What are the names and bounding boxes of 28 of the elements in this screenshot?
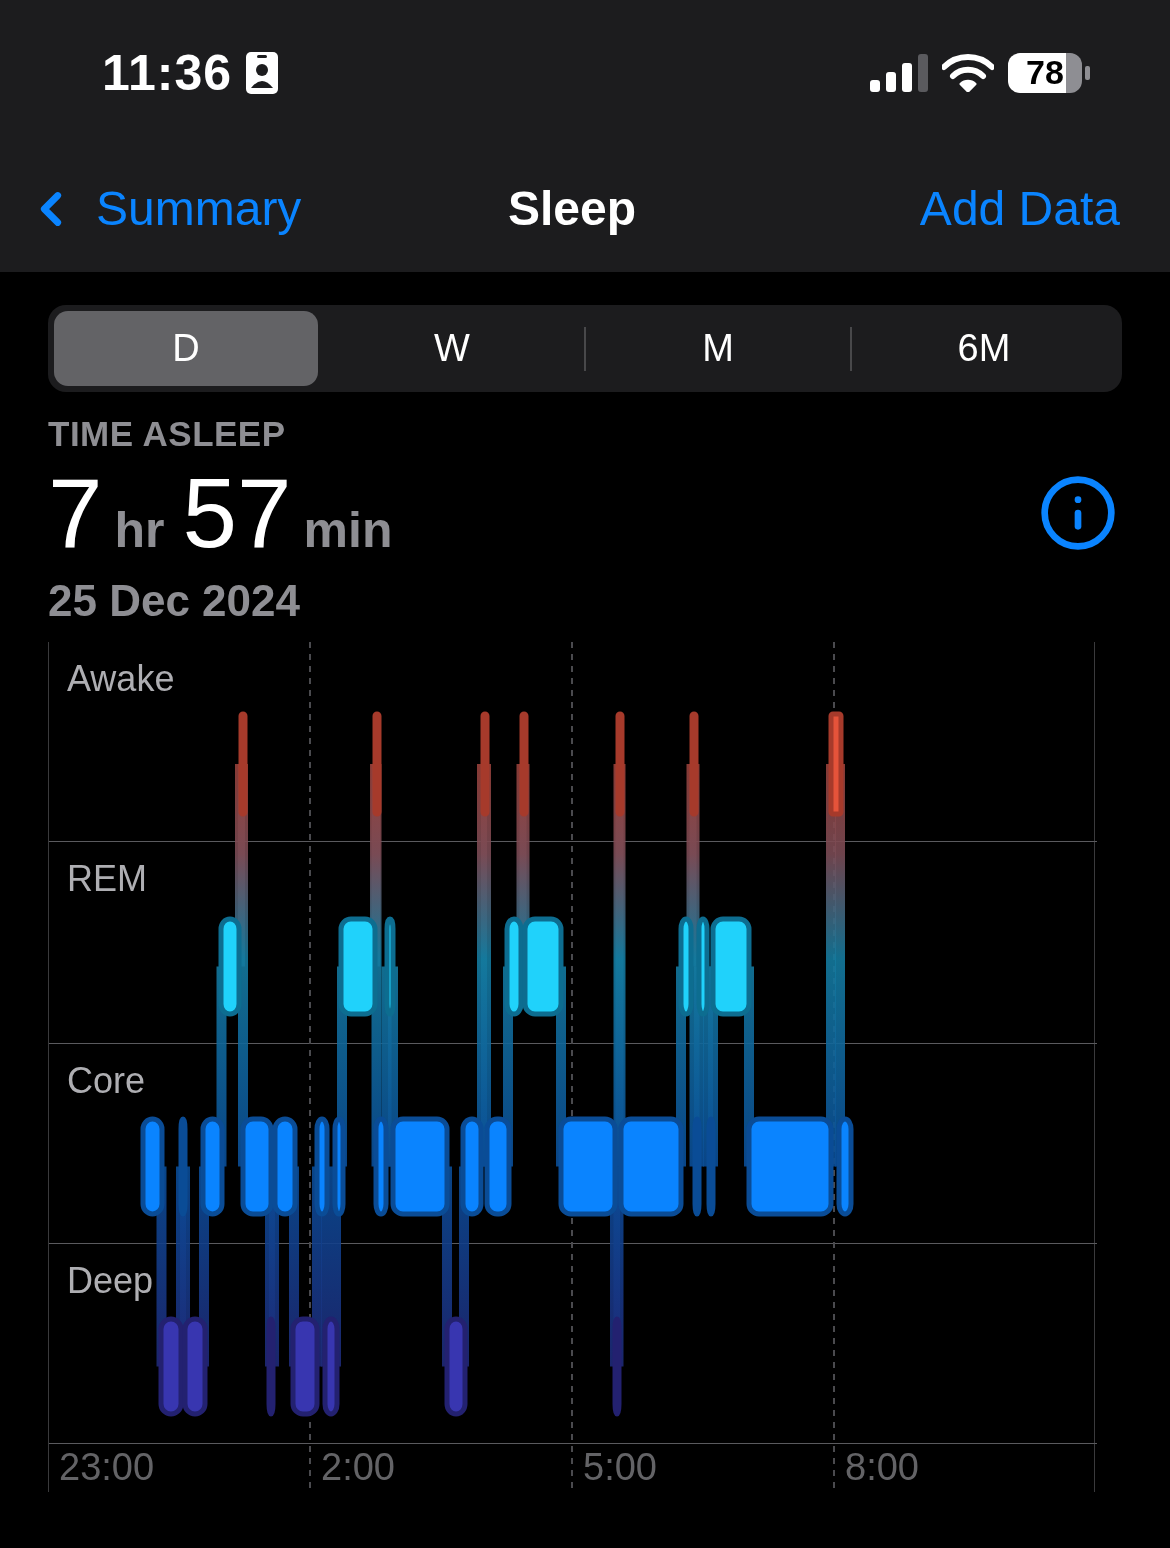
battery-tip-icon bbox=[1085, 65, 1090, 80]
range-tab[interactable]: 6M bbox=[852, 311, 1116, 386]
battery-indicator: 78 bbox=[1008, 52, 1082, 93]
time-axis-label: 5:00 bbox=[582, 1445, 658, 1490]
back-link[interactable]: Summary bbox=[24, 181, 302, 236]
add-data-link[interactable]: Add Data bbox=[919, 181, 1120, 236]
screen-title: Sleep bbox=[507, 181, 637, 236]
minutes-value: 57 bbox=[182, 464, 292, 562]
contact-card-icon bbox=[246, 51, 279, 94]
hours-value: 7 bbox=[48, 464, 103, 562]
stage-label: REM bbox=[67, 858, 147, 899]
signal-icon bbox=[870, 53, 928, 92]
hours-unit: hr bbox=[114, 501, 165, 559]
range-tab[interactable]: M bbox=[586, 311, 850, 386]
wifi-icon bbox=[942, 53, 994, 92]
range-tab[interactable]: D bbox=[54, 311, 318, 386]
stage-label: Deep bbox=[67, 1260, 154, 1301]
sleep-date: 25 Dec 2024 bbox=[48, 576, 301, 626]
time-axis-label: 2:00 bbox=[320, 1445, 396, 1490]
time-axis-label: 8:00 bbox=[844, 1445, 920, 1490]
time-axis-label: 23:00 bbox=[58, 1445, 156, 1490]
status-time: 11:36 bbox=[102, 43, 233, 102]
stage-label: Awake bbox=[67, 658, 175, 699]
info-icon[interactable] bbox=[1038, 473, 1118, 553]
minutes-unit: min bbox=[303, 501, 393, 559]
stage-label: Core bbox=[67, 1060, 146, 1101]
range-tab[interactable]: W bbox=[320, 311, 584, 386]
time-asleep-label: TIME ASLEEP bbox=[48, 414, 287, 454]
